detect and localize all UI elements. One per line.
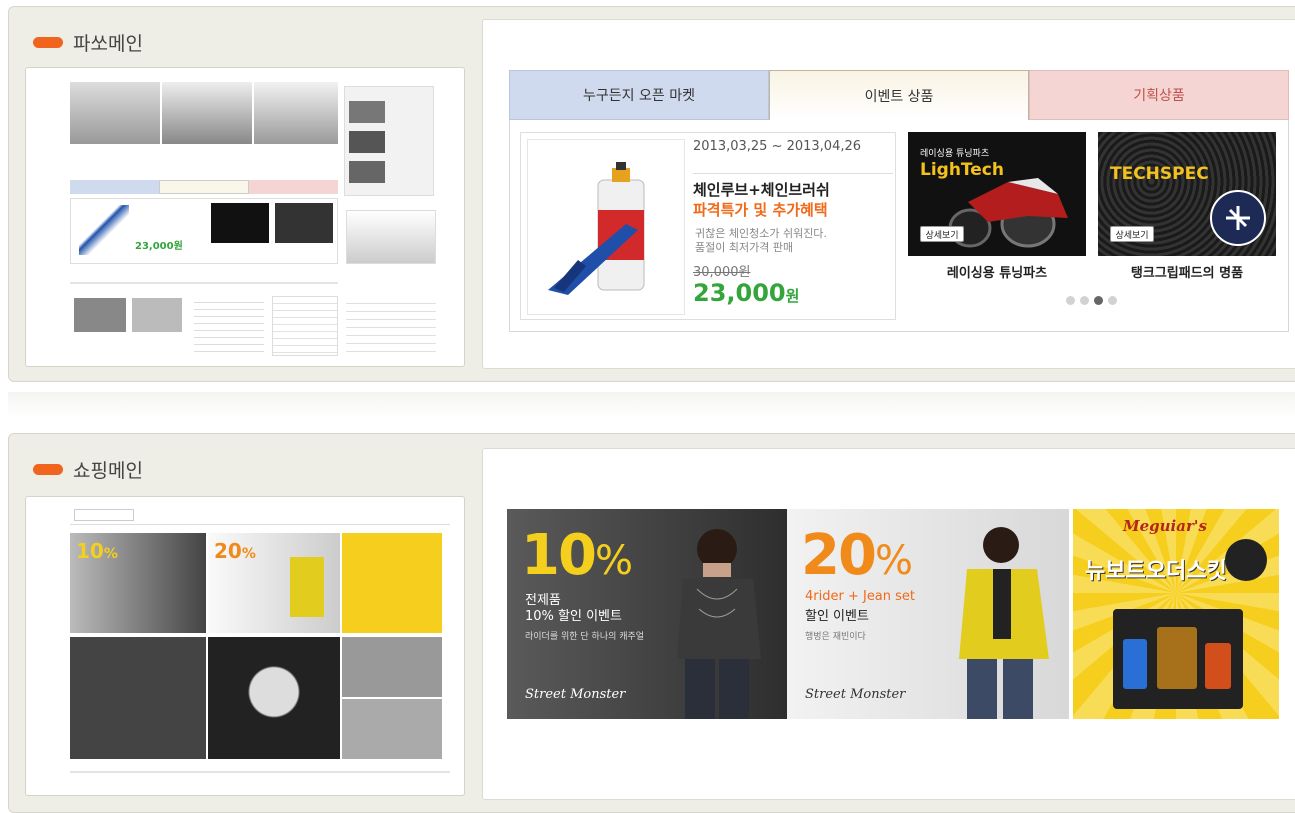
meguiars-logo-icon: Meguiar's [1123, 517, 1207, 535]
preview-banner-wax [342, 533, 442, 633]
preview-tabs [70, 180, 339, 194]
preview-vespa [346, 210, 436, 264]
banner-20-percent[interactable]: 20% 4rider + Jean set 할인 이벤트 행벙은 재빈이다 St… [787, 509, 1069, 719]
section-title: 파쏘메인 [33, 29, 143, 56]
percent-sign: % [594, 538, 633, 584]
preview-banner-10: 10% [70, 533, 206, 633]
discount-headline: 10% [521, 523, 633, 588]
model-jacket-icon [959, 527, 1049, 719]
preview-text-list [346, 296, 436, 358]
preview-banner-helmet [208, 637, 340, 759]
discount-value: 10 [521, 523, 597, 588]
banner-line: 4rider + Jean set [805, 589, 916, 604]
preview-event: 23,000원 [70, 198, 338, 264]
banner-tagline: 라이더를 위한 단 하나의 캐주얼 [525, 632, 645, 642]
preview-banner-samples [342, 699, 442, 759]
brand-logo-icon: Street Monster [805, 687, 906, 702]
banner-tagline: 행벙은 재빈이다 [805, 632, 866, 642]
discount-value: 20 [801, 523, 877, 588]
all-in-one-badge-icon [1225, 539, 1267, 581]
banner-10-percent[interactable]: 10% 전제품 10% 할인 이벤트 라이더를 위한 단 하나의 캐주얼 Str… [507, 509, 787, 719]
section-title-text: 파쏘메인 [73, 33, 143, 55]
preview-list [344, 86, 434, 196]
sale-price: 23,000원 [693, 279, 799, 307]
banner-techspec[interactable]: TECHSPEC 상세보기 [1098, 132, 1276, 256]
preview-divider [70, 771, 450, 773]
section-title: 쇼핑메인 [33, 456, 143, 483]
banner-line: 10% 할인 이벤트 [525, 609, 622, 624]
preview-photo [132, 298, 182, 332]
product-image[interactable] [527, 139, 685, 315]
detail-button[interactable]: 상세보기 [920, 226, 964, 242]
preview-divider [70, 282, 338, 284]
tab-event-products[interactable]: 이벤트 상품 [769, 70, 1029, 120]
brand-logo-icon: Street Monster [525, 687, 626, 702]
kit-title-line2: 오더스킷 [1145, 559, 1227, 584]
techspec-logo-icon [1210, 190, 1266, 246]
chain-lube-brush-icon [548, 162, 645, 295]
detail-button[interactable]: 상세보기 [1110, 226, 1154, 242]
carousel-indicator [1066, 296, 1117, 305]
kit-title-line1: 뉴보트 [1085, 559, 1146, 584]
preview-text-list [272, 296, 338, 356]
sale-price-value: 23,000 [693, 279, 786, 307]
banner-brand: LighTech [920, 160, 1004, 180]
tab-special-products[interactable]: 기획상품 [1029, 70, 1289, 120]
kit-title: 뉴보트오더스킷 [1085, 553, 1227, 585]
preview-text-list [194, 296, 264, 356]
preview-photo [74, 298, 126, 332]
pasomain-panel: 파쏘메인 23,000원 누구든지 오픈 마켓 이벤트 상품 기획상품 2013… [8, 6, 1295, 382]
tab-open-market[interactable]: 누구든지 오픈 마켓 [509, 70, 769, 120]
event-showcase: 누구든지 오픈 마켓 이벤트 상품 기획상품 2013,03,25 ~ 2013… [482, 19, 1295, 369]
model-man-icon [677, 529, 761, 719]
preview-photo [254, 82, 338, 144]
preview-banner-bike [342, 637, 442, 697]
carousel-dot[interactable] [1066, 296, 1075, 305]
price-unit: 원 [785, 287, 800, 305]
page-preview-thumbnail[interactable]: 23,000원 [25, 67, 465, 367]
section-separator [8, 392, 1295, 418]
banner-lightech[interactable]: 레이싱용 튜닝파츠 LighTech 상세보기 [908, 132, 1086, 256]
preview-photo [70, 82, 160, 144]
section-title-text: 쇼핑메인 [73, 460, 143, 482]
tab-content: 2013,03,25 ~ 2013,04,26 체인루브+체인브러쉬 파격특가 … [509, 120, 1289, 332]
preview-banner-razor [70, 637, 206, 759]
title-bullet-icon [33, 464, 63, 475]
original-price: 30,000원 [693, 265, 751, 280]
product-box-icon [1113, 609, 1243, 709]
shopping-main-panel: 쇼핑메인 10% 20% 10% 전제품 10% 할인 이벤트 라이더를 위한 … [8, 433, 1295, 813]
banner-caption[interactable]: 탱크그립패드의 명품 [1098, 262, 1276, 281]
title-bullet-icon [33, 37, 63, 48]
percent-sign: % [874, 538, 913, 584]
carousel-dot-active[interactable] [1094, 296, 1103, 305]
event-description: 품절이 최저가격 판매 [695, 241, 794, 254]
preview-banner-20: 20% [208, 533, 340, 633]
preview-photo [162, 82, 252, 144]
page-preview-thumbnail[interactable]: 10% 20% [25, 496, 465, 796]
shopping-showcase: 10% 전제품 10% 할인 이벤트 라이더를 위한 단 하나의 캐주얼 Str… [482, 448, 1295, 800]
carousel-dot[interactable] [1080, 296, 1089, 305]
banner-caption[interactable]: 레이싱용 튜닝파츠 [908, 262, 1086, 281]
banner-sub: 레이싱용 튜닝파츠 [920, 149, 990, 159]
banner-brand: TECHSPEC [1110, 164, 1209, 184]
event-product-card[interactable]: 2013,03,25 ~ 2013,04,26 체인루브+체인브러쉬 파격특가 … [520, 132, 896, 320]
event-title[interactable]: 체인루브+체인브러쉬 [693, 179, 830, 200]
tab-bar: 누구든지 오픈 마켓 이벤트 상품 기획상품 [509, 70, 1289, 120]
carousel-dot[interactable] [1108, 296, 1117, 305]
preview-header [70, 505, 450, 525]
divider [693, 173, 893, 174]
event-period: 2013,03,25 ~ 2013,04,26 [693, 139, 862, 154]
event-subtitle: 파격특가 및 추가혜택 [693, 201, 828, 219]
banner-line: 할인 이벤트 [805, 609, 869, 624]
banner-wax-kit[interactable]: Meguiar's 뉴보트오더스킷 [1073, 509, 1279, 719]
discount-headline: 20% [801, 523, 913, 588]
